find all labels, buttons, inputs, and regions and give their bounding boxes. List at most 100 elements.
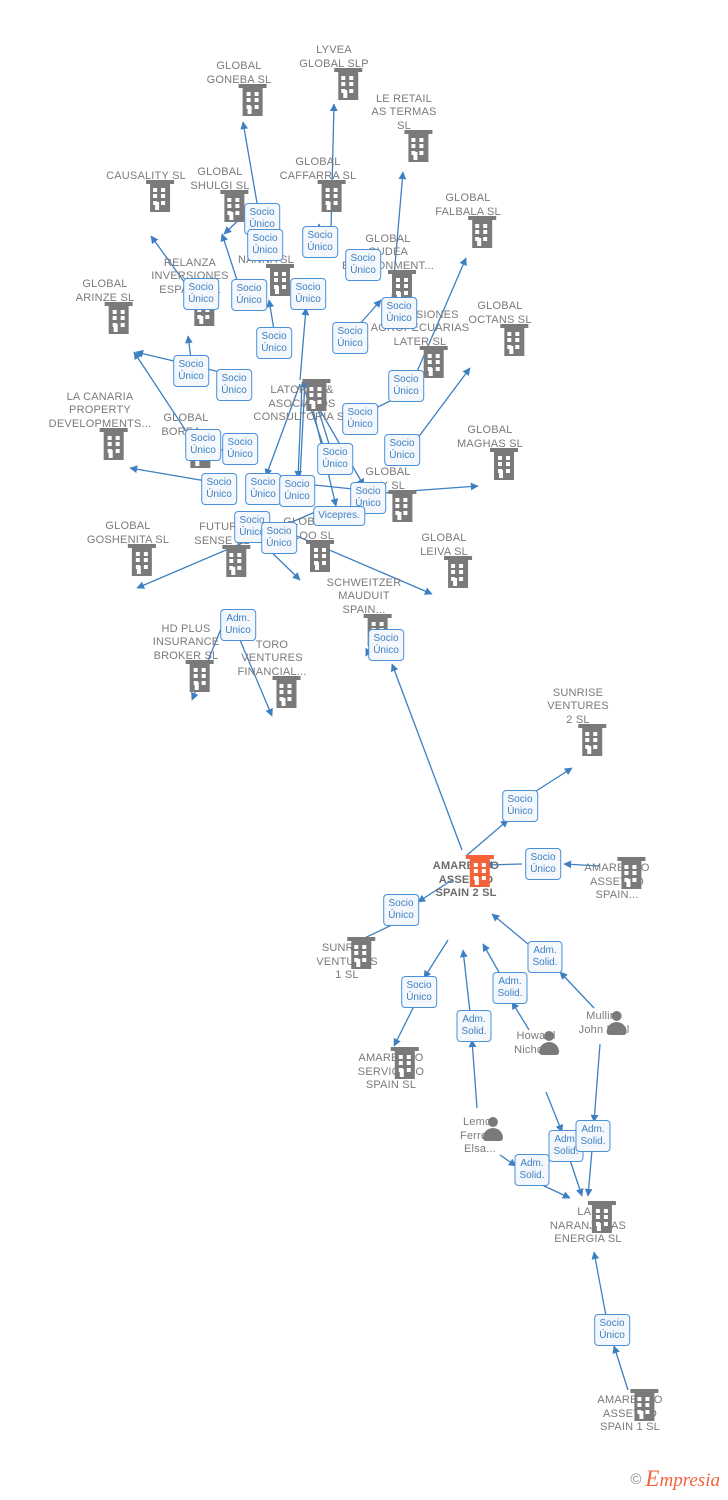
relation-tag-t09[interactable]: Socio Único — [256, 327, 292, 359]
relation-tag-t27[interactable]: Socio Único — [368, 629, 404, 661]
relation-tag-t32[interactable]: Adm. Solid. — [527, 941, 563, 973]
company-node-le_retail[interactable]: LE RETAIL AS TERMAS SL — [371, 92, 437, 162]
brand-name: Empresia — [645, 1466, 720, 1491]
company-node-leiva[interactable]: GLOBAL LEIVA SL — [420, 532, 472, 588]
edge-t34-to-focus — [459, 949, 471, 1013]
person-node-lemos[interactable]: Lemos Ferreira Elsa... — [460, 1115, 503, 1157]
relation-tag-t33[interactable]: Adm. Solid. — [492, 972, 528, 1004]
relation-tag-t17[interactable]: Socio Único — [384, 434, 420, 466]
relation-tag-t13[interactable]: Socio Único — [388, 370, 424, 402]
relation-tag-t16[interactable]: Socio Único — [222, 433, 258, 465]
relation-tag-t28[interactable]: Socio Único — [502, 790, 538, 822]
company-label: GLOBAL GONEBA SL — [206, 60, 272, 86]
relation-tag-t23[interactable]: Vicepres. — [313, 506, 365, 526]
relation-tag-t26[interactable]: Adm. Unico — [220, 609, 256, 641]
edge-t37-to-naranjillas — [539, 1183, 571, 1199]
empresia-watermark: © Empresia — [630, 1466, 720, 1492]
company-node-causality[interactable]: CAUSALITY SL — [106, 170, 186, 212]
edge-focus-to-t27 — [390, 663, 463, 851]
relation-tag-t08[interactable]: Socio Único — [381, 297, 417, 329]
company-label: GLOBAL SHULGI SL — [190, 166, 250, 192]
relationship-edges — [129, 103, 629, 1391]
edge-t36-to-naranjillas — [584, 1149, 593, 1197]
edge-t32-to-focus — [491, 913, 529, 945]
relation-tag-t15[interactable]: Socio Único — [185, 429, 221, 461]
person-node-mullins[interactable]: Mullins John Paul — [579, 1009, 630, 1037]
company-node-hdplus[interactable]: HD PLUS INSURANCE BROKER SL — [152, 622, 220, 692]
company-node-goshenita[interactable]: GLOBAL GOSHENITA SL — [86, 520, 170, 576]
person-node-howard[interactable]: Howard Nicholas — [514, 1029, 559, 1057]
edge-t19-to-lacanaria — [129, 465, 207, 482]
relation-tag-t04[interactable]: Socio Único — [345, 249, 381, 281]
company-node-caffarra[interactable]: GLOBAL CAFFARRA SL — [279, 156, 357, 212]
edge-howard-to-t35 — [545, 1091, 563, 1133]
company-node-lyvea[interactable]: LYVEA GLOBAL SLP — [299, 44, 369, 100]
company-node-toro[interactable]: TORO VENTURES FINANCIAL... — [237, 638, 307, 708]
edge-t35-to-naranjillas — [569, 1159, 584, 1197]
edge-t28-to-sunrise2 — [532, 767, 573, 794]
edge-t09-to-nanna — [266, 299, 275, 331]
edge-t33-to-focus — [482, 943, 501, 975]
edge-focus-to-t31 — [423, 939, 449, 979]
company-node-shulgi[interactable]: GLOBAL SHULGI SL — [190, 166, 250, 222]
relation-tag-t30[interactable]: Socio Único — [383, 894, 419, 926]
relation-tag-t12[interactable]: Socio Único — [216, 369, 252, 401]
company-node-naranjillas[interactable]: LAS NARANJILLAS ENERGIA SL — [549, 1201, 627, 1247]
relation-tag-t34[interactable]: Adm. Solid. — [456, 1010, 492, 1042]
company-label: SUNRISE VENTURES 2 SL — [547, 686, 609, 726]
relation-tag-t25[interactable]: Socio Único — [261, 522, 297, 554]
company-node-falbala[interactable]: GLOBAL FALBALA SL — [435, 192, 501, 248]
company-node-sunrise2[interactable]: SUNRISE VENTURES 2 SL — [547, 686, 609, 756]
relation-tag-t18[interactable]: Socio Único — [317, 443, 353, 475]
relation-tag-t05[interactable]: Socio Único — [183, 278, 219, 310]
relation-tag-t14[interactable]: Socio Único — [342, 403, 378, 435]
company-node-schweitzer[interactable]: SCHWEITZER MAUDUIT SPAIN... — [326, 576, 402, 646]
company-label: GLOBAL GOSHENITA SL — [86, 520, 170, 546]
company-label: LAS NARANJILLAS ENERGIA SL — [549, 1206, 627, 1245]
edge-t31-to-serviceco — [393, 1005, 415, 1047]
relation-tag-t02[interactable]: Socio Único — [247, 229, 283, 261]
relation-tag-t31[interactable]: Socio Único — [401, 976, 437, 1008]
edge-mullins-to-t36 — [590, 1043, 601, 1123]
relation-tag-t36[interactable]: Adm. Solid. — [575, 1120, 611, 1152]
relation-tag-t07[interactable]: Socio Único — [290, 278, 326, 310]
company-label: TORO VENTURES FINANCIAL... — [237, 638, 307, 678]
company-node-goneba[interactable]: GLOBAL GONEBA SL — [206, 60, 272, 116]
edge-howard-to-t33 — [511, 1001, 530, 1031]
relation-tag-t06[interactable]: Socio Único — [231, 279, 267, 311]
company-label: HD PLUS INSURANCE BROKER SL — [152, 622, 220, 662]
company-node-lacanaria[interactable]: LA CANARIA PROPERTY DEVELOPMENTS... — [49, 391, 152, 460]
relation-tag-t38[interactable]: Socio Único — [594, 1314, 630, 1346]
company-node-latorre[interactable]: LATORRE & ASOCIADOS CONSULTORIA SL — [253, 379, 350, 425]
relation-tag-t37[interactable]: Adm. Solid. — [514, 1154, 550, 1186]
company-node-arinze[interactable]: GLOBAL ARINZE SL — [75, 278, 135, 334]
company-label: GLOBAL MAGHAS SL — [457, 424, 523, 450]
company-node-assetco2[interactable]: AMARENCO ASSETCO SPAIN 2 SL — [433, 855, 499, 901]
relation-tag-t03[interactable]: Socio Único — [302, 226, 338, 258]
edge-assetco1-to-t38 — [612, 1345, 629, 1391]
relation-tag-t11[interactable]: Socio Único — [173, 355, 209, 387]
relation-tag-t21[interactable]: Socio Único — [279, 475, 315, 507]
company-label: GLOBAL CAFFARRA SL — [279, 156, 357, 182]
edge-mullins-to-t32 — [559, 971, 595, 1009]
company-label: GLOBAL LEIVA SL — [420, 532, 468, 558]
edge-lemos-to-t34 — [468, 1039, 478, 1109]
edge-t38-to-naranjillas — [591, 1251, 607, 1317]
company-label: LYVEA GLOBAL SLP — [299, 44, 369, 70]
copyright-icon: © — [630, 1470, 642, 1488]
relation-tag-t10[interactable]: Socio Único — [332, 322, 368, 354]
company-node-serviceco[interactable]: AMARENCO SERVICECO SPAIN SL — [358, 1047, 424, 1093]
relation-tag-t29[interactable]: Socio Único — [525, 848, 561, 880]
company-node-maghas[interactable]: GLOBAL MAGHAS SL — [457, 424, 523, 480]
company-node-assetco1[interactable]: AMARENCO ASSETCO SPAIN 1 SL — [597, 1389, 662, 1435]
edge-focus-to-t28 — [465, 819, 509, 857]
company-node-amarenco_sp[interactable]: AMARENCO ASSETCO SPAIN... — [584, 857, 649, 903]
company-label: LE RETAIL AS TERMAS SL — [371, 92, 437, 132]
company-label: SCHWEITZER MAUDUIT SPAIN... — [326, 576, 402, 616]
company-node-octans[interactable]: GLOBAL OCTANS SL — [468, 300, 532, 356]
company-label: GLOBAL ARINZE SL — [75, 278, 135, 304]
relation-tag-t20[interactable]: Socio Único — [245, 473, 281, 505]
relation-tag-t19[interactable]: Socio Único — [201, 473, 237, 505]
company-node-sunrise1[interactable]: SUNRISE VENTURES 1 SL — [316, 937, 378, 983]
company-label: GLOBAL OCTANS SL — [468, 300, 532, 326]
